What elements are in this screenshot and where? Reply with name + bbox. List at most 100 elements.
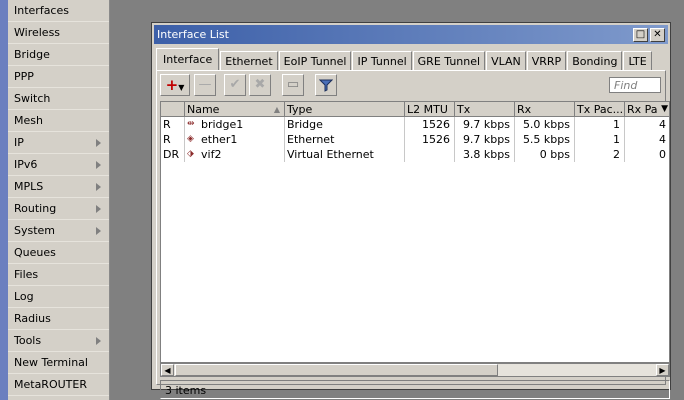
columns-menu-icon[interactable]: ▼ [661, 102, 668, 116]
sidebar-item-queues[interactable]: Queues [8, 242, 109, 264]
sort-asc-icon: ▲ [273, 105, 280, 114]
cell-l2mtu: 1526 [405, 132, 455, 147]
sidebar-item-interfaces[interactable]: Interfaces [8, 0, 109, 22]
tab-ethernet[interactable]: Ethernet [220, 51, 278, 71]
sidebar-item-mesh[interactable]: Mesh [8, 110, 109, 132]
tab-gre-tunnel[interactable]: GRE Tunnel [412, 51, 486, 71]
sidebar-item-ipv6[interactable]: IPv6 [8, 154, 109, 176]
sidebar-item-tools[interactable]: Tools [8, 330, 109, 352]
disable-button[interactable]: ✖ [249, 74, 271, 96]
sidebar-item-ppp[interactable]: PPP [8, 66, 109, 88]
cell-type: Ethernet [285, 132, 405, 147]
tab-interface[interactable]: Interface [156, 48, 220, 71]
tab-ip-tunnel[interactable]: IP Tunnel [352, 51, 412, 71]
sidebar-item-label: Tools [14, 334, 42, 347]
tab-bonding[interactable]: Bonding [567, 51, 623, 71]
sidebar-item-label: Wireless [14, 26, 61, 39]
sidebar-item-system[interactable]: System [8, 220, 109, 242]
column-header-flags[interactable] [161, 102, 185, 117]
cell-flags: R [161, 132, 185, 147]
tab-vrrp[interactable]: VRRP [526, 51, 567, 71]
sidebar-item-label: IPv6 [14, 158, 38, 171]
sidebar-item-wireless[interactable]: Wireless [8, 22, 109, 44]
sidebar-item-label: PPP [14, 70, 34, 83]
scrollbar-thumb[interactable] [175, 364, 498, 376]
table-row[interactable]: R ◈ ether1 Ethernet 1526 9.7 kbps 5.5 kbps 1 4 [161, 132, 669, 147]
window-titlebar[interactable]: Interface List □ ✕ [154, 25, 668, 44]
sidebar-item-label: Interfaces [14, 4, 69, 17]
sidebar-item-radius[interactable]: Radius [8, 308, 109, 330]
find-input[interactable]: Find [609, 77, 661, 93]
column-header-rx-packets[interactable]: Rx Pa ▼ [625, 102, 669, 117]
cell-txp: 1 [575, 132, 625, 147]
cell-rxp: 4 [625, 132, 669, 147]
horizontal-scrollbar[interactable]: ◀ ▶ [160, 363, 670, 377]
add-icon: + [165, 76, 179, 94]
close-icon[interactable]: ✕ [650, 28, 665, 42]
cell-name: ◈ ether1 [185, 132, 285, 147]
filter-button[interactable] [315, 74, 337, 96]
sidebar-item-ip[interactable]: IP [8, 132, 109, 154]
sidebar-item-switch[interactable]: Switch [8, 88, 109, 110]
sidebar-item-mpls[interactable]: MPLS [8, 176, 109, 198]
column-header-name[interactable]: Name ▲ [185, 102, 285, 117]
submenu-arrow-icon [96, 227, 101, 235]
maximize-icon[interactable]: □ [633, 28, 648, 42]
sidebar-item-files[interactable]: Files [8, 264, 109, 286]
cell-rxp: 4 [625, 117, 669, 132]
enable-icon: ✔ [229, 77, 241, 92]
sidebar-item-label: New Terminal [14, 356, 88, 369]
column-header-tx[interactable]: Tx [455, 102, 515, 117]
remove-button[interactable]: — [194, 74, 216, 96]
sidebar-item-routing[interactable]: Routing [8, 198, 109, 220]
column-header-l2mtu[interactable]: L2 MTU [405, 102, 455, 117]
ethernet-icon: ◈ [187, 134, 194, 144]
tab-eoip-tunnel[interactable]: EoIP Tunnel [278, 51, 352, 71]
sidebar-item-label: Queues [14, 246, 56, 259]
cell-rxp: 0 [625, 147, 669, 162]
table-row[interactable]: R ⇹ bridge1 Bridge 1526 9.7 kbps 5.0 kbps 1 4 [161, 117, 669, 132]
scroll-left-icon[interactable]: ◀ [161, 364, 174, 376]
sidebar-item-label: Routing [14, 202, 57, 215]
cell-l2mtu [405, 147, 455, 162]
tab-vlan[interactable]: VLAN [486, 51, 526, 71]
submenu-arrow-icon [96, 161, 101, 169]
cell-rx: 0 bps [515, 147, 575, 162]
sidebar-item-metarouter[interactable]: MetaROUTER [8, 374, 109, 396]
tab-bar: Interface Ethernet EoIP Tunnel IP Tunnel GRE… [156, 48, 653, 71]
cell-l2mtu: 1526 [405, 117, 455, 132]
table-row[interactable]: DR ⬗ vif2 Virtual Ethernet 3.8 kbps 0 bps 2 0 [161, 147, 669, 162]
remove-icon: — [198, 77, 212, 92]
sidebar-item-new-terminal[interactable]: New Terminal [8, 352, 109, 374]
left-band [0, 0, 8, 400]
sidebar-item-log[interactable]: Log [8, 286, 109, 308]
cell-type: Virtual Ethernet [285, 147, 405, 162]
scroll-right-icon[interactable]: ▶ [656, 364, 669, 376]
column-header-rx-packets-label: Rx Pa [627, 103, 658, 116]
cell-tx: 3.8 kbps [455, 147, 515, 162]
submenu-arrow-icon [96, 183, 101, 191]
column-header-tx-packets[interactable]: Tx Pac... [575, 102, 625, 117]
interface-table: Name ▲ Type L2 MTU Tx Rx Tx Pac... Rx Pa… [160, 101, 670, 363]
column-header-type[interactable]: Type [285, 102, 405, 117]
sidebar-item-label: MPLS [14, 180, 44, 193]
sidebar-item-bridge[interactable]: Bridge [8, 44, 109, 66]
interface-name: vif2 [201, 148, 222, 161]
interface-name: bridge1 [201, 118, 244, 131]
sidebar-item-label: Switch [14, 92, 51, 105]
sidebar-item-label: Files [14, 268, 39, 281]
filter-icon [318, 79, 334, 92]
item-count: 3 items [165, 384, 207, 397]
tab-lte[interactable]: LTE [623, 51, 652, 71]
interface-list-window: Interface List □ ✕ Interface Ethernet EoIP… [151, 22, 671, 399]
enable-button[interactable]: ✔ [224, 74, 246, 96]
sidebar-item-label: System [14, 224, 56, 237]
submenu-arrow-icon [96, 205, 101, 213]
column-header-rx[interactable]: Rx [515, 102, 575, 117]
comment-button[interactable]: ▭ [282, 74, 304, 96]
add-button[interactable]: +▼ [160, 74, 190, 96]
bridge-icon: ⇹ [187, 119, 195, 129]
comment-icon: ▭ [286, 77, 300, 92]
cell-txp: 1 [575, 117, 625, 132]
disable-icon: ✖ [254, 77, 266, 92]
